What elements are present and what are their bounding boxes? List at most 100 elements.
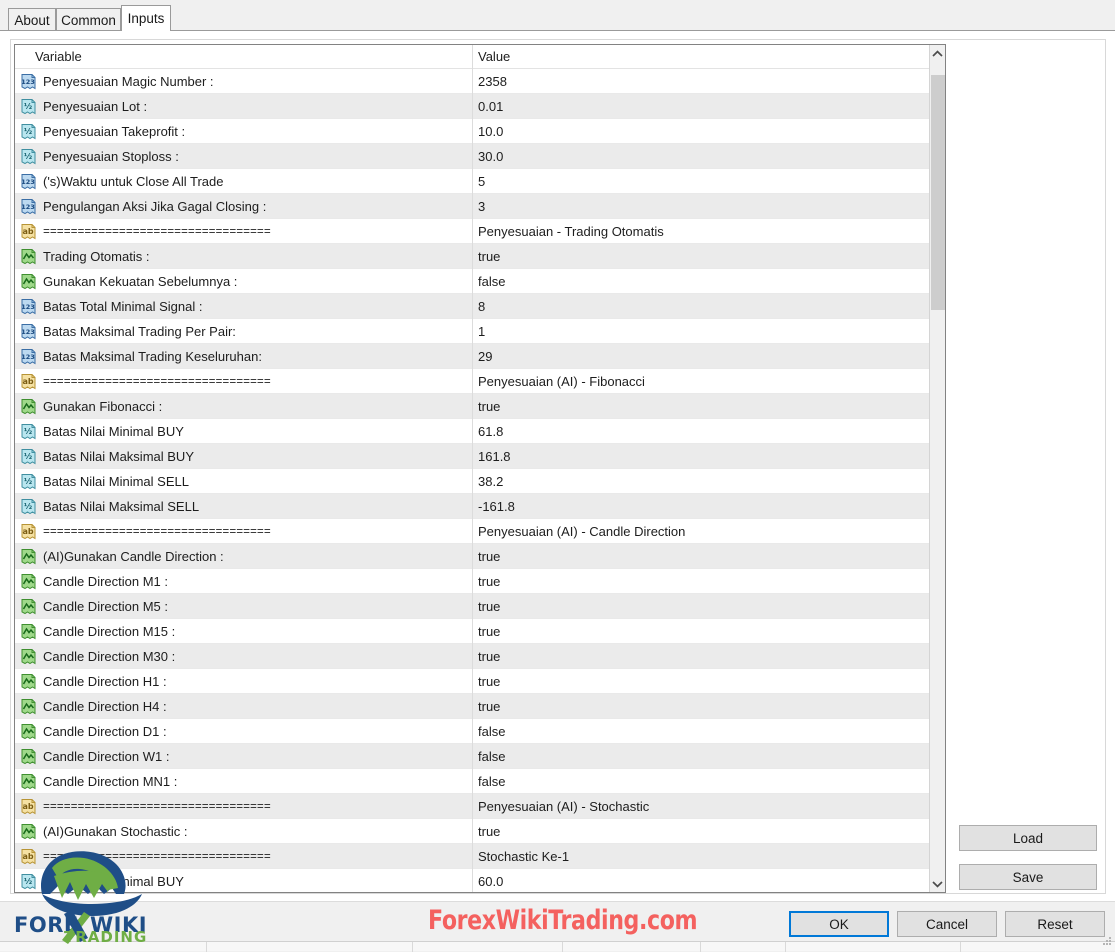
variable-value-cell[interactable]: true — [478, 698, 923, 716]
variable-value-cell[interactable]: 30.0 — [478, 148, 923, 166]
table-row[interactable]: Trading Otomatis : true — [15, 244, 933, 269]
grid-vertical-scrollbar[interactable] — [929, 45, 945, 892]
variable-value-cell[interactable]: 29 — [478, 348, 923, 366]
table-row[interactable]: Candle Direction M15 : true — [15, 619, 933, 644]
variable-name-cell: ================================= — [43, 526, 271, 539]
scroll-up-button[interactable] — [930, 45, 945, 62]
variable-value-cell[interactable]: 5 — [478, 173, 923, 191]
variable-value-cell[interactable]: false — [478, 748, 923, 766]
int-icon: 123 — [20, 348, 37, 365]
column-header-value[interactable]: Value — [478, 49, 510, 64]
variable-value-cell[interactable]: true — [478, 623, 923, 641]
table-row[interactable]: Candle Direction M30 : true — [15, 644, 933, 669]
variable-value-cell[interactable]: false — [478, 273, 923, 291]
table-row[interactable]: Candle Direction W1 : false — [15, 744, 933, 769]
table-row[interactable]: ½ Penyesuaian Takeprofit : 10.0 — [15, 119, 933, 144]
table-row[interactable]: 123 Batas Total Minimal Signal : 8 — [15, 294, 933, 319]
variable-value-cell[interactable]: false — [478, 773, 923, 791]
variable-value-cell[interactable]: true — [478, 673, 923, 691]
variable-value-cell[interactable]: true — [478, 398, 923, 416]
save-button-label: Save — [1012, 869, 1044, 885]
tab-inputs[interactable]: Inputs — [121, 5, 171, 31]
table-row[interactable]: Candle Direction D1 : false — [15, 719, 933, 744]
variable-value-cell[interactable]: 3 — [478, 198, 923, 216]
variable-value-cell[interactable]: Penyesuaian - Trading Otomatis — [478, 223, 923, 241]
table-row[interactable]: ½ Batas Nilai Minimal BUY 60.0 — [15, 869, 933, 892]
variable-value-cell[interactable]: 60.0 — [478, 873, 923, 891]
resize-grip-icon[interactable] — [1102, 936, 1112, 946]
variable-value-cell[interactable]: 161.8 — [478, 448, 923, 466]
variable-value-cell[interactable]: true — [478, 598, 923, 616]
table-row[interactable]: Candle Direction M5 : true — [15, 594, 933, 619]
variable-name-cell: Candle Direction W1 : — [43, 749, 170, 764]
variable-value-cell[interactable]: Penyesuaian (AI) - Candle Direction — [478, 523, 923, 541]
reset-button[interactable]: Reset — [1005, 911, 1105, 937]
variable-value-cell[interactable]: 10.0 — [478, 123, 923, 141]
scroll-down-button[interactable] — [930, 875, 945, 892]
double-icon: ½ — [21, 149, 36, 165]
table-row[interactable]: ½ Batas Nilai Minimal BUY 61.8 — [15, 419, 933, 444]
variable-name-cell: Batas Maksimal Trading Keseluruhan: — [43, 349, 262, 364]
variable-name-cell: Penyesuaian Lot : — [43, 99, 148, 114]
bool-icon — [21, 399, 36, 415]
scrollbar-thumb[interactable] — [931, 75, 945, 310]
cancel-button[interactable]: Cancel — [897, 911, 997, 937]
table-row[interactable]: ab ================================= Penye… — [15, 369, 933, 394]
variable-value-cell[interactable]: -161.8 — [478, 498, 923, 516]
table-row[interactable]: ab ================================= Stoch… — [15, 844, 933, 869]
variable-value-cell[interactable]: 1 — [478, 323, 923, 341]
variable-value-cell[interactable]: true — [478, 823, 923, 841]
table-row[interactable]: Candle Direction M1 : true — [15, 569, 933, 594]
bool-icon — [20, 698, 37, 715]
int-icon: 123 — [20, 323, 37, 340]
row-column-divider — [472, 94, 473, 119]
string-icon: ab — [20, 523, 37, 540]
row-column-divider — [472, 269, 473, 294]
table-row[interactable]: ab ================================= Penye… — [15, 519, 933, 544]
variable-value-cell[interactable]: 2358 — [478, 73, 923, 91]
tab-common[interactable]: Common — [56, 8, 121, 31]
table-row[interactable]: 123 Pengulangan Aksi Jika Gagal Closing :… — [15, 194, 933, 219]
table-row[interactable]: ½ Batas Nilai Minimal SELL 38.2 — [15, 469, 933, 494]
table-row[interactable]: Candle Direction MN1 : false — [15, 769, 933, 794]
table-row[interactable]: Gunakan Fibonacci : true — [15, 394, 933, 419]
table-row[interactable]: ½ Penyesuaian Lot : 0.01 — [15, 94, 933, 119]
variable-value-cell[interactable]: 61.8 — [478, 423, 923, 441]
string-icon: ab — [20, 373, 37, 390]
variable-name-cell: Batas Nilai Minimal SELL — [43, 474, 189, 489]
table-row[interactable]: ab ================================= Penye… — [15, 794, 933, 819]
variable-value-cell[interactable]: true — [478, 248, 923, 266]
table-row[interactable]: Candle Direction H1 : true — [15, 669, 933, 694]
table-row[interactable]: 123 Batas Maksimal Trading Per Pair: 1 — [15, 319, 933, 344]
table-row[interactable]: 123 ('s)Waktu untuk Close All Trade 5 — [15, 169, 933, 194]
variable-value-cell[interactable]: false — [478, 723, 923, 741]
variable-value-cell[interactable]: true — [478, 648, 923, 666]
variable-name-cell: Candle Direction H1 : — [43, 674, 167, 689]
variable-value-cell[interactable]: Penyesuaian (AI) - Stochastic — [478, 798, 923, 816]
variable-value-cell[interactable]: Penyesuaian (AI) - Fibonacci — [478, 373, 923, 391]
table-row[interactable]: (AI)Gunakan Candle Direction : true — [15, 544, 933, 569]
tab-about[interactable]: About — [8, 8, 56, 31]
table-row[interactable]: 123 Penyesuaian Magic Number : 2358 — [15, 69, 933, 94]
variable-value-cell[interactable]: 8 — [478, 298, 923, 316]
table-row[interactable]: Candle Direction H4 : true — [15, 694, 933, 719]
variable-value-cell[interactable]: 0.01 — [478, 98, 923, 116]
column-header-variable[interactable]: Variable — [35, 49, 82, 64]
save-button[interactable]: Save — [959, 864, 1097, 890]
table-row[interactable]: ½ Batas Nilai Maksimal SELL -161.8 — [15, 494, 933, 519]
variable-value-cell[interactable]: 38.2 — [478, 473, 923, 491]
table-row[interactable]: ½ Penyesuaian Stoploss : 30.0 — [15, 144, 933, 169]
table-row[interactable]: Gunakan Kekuatan Sebelumnya : false — [15, 269, 933, 294]
load-button[interactable]: Load — [959, 825, 1097, 851]
table-row[interactable]: (AI)Gunakan Stochastic : true — [15, 819, 933, 844]
table-row[interactable]: ab ================================= Penye… — [15, 219, 933, 244]
chevron-down-icon — [932, 880, 943, 888]
tab-about-label: About — [14, 12, 50, 28]
ok-button[interactable]: OK — [789, 911, 889, 937]
table-row[interactable]: 123 Batas Maksimal Trading Keseluruhan: 29 — [15, 344, 933, 369]
variable-value-cell[interactable]: true — [478, 573, 923, 591]
table-row[interactable]: ½ Batas Nilai Maksimal BUY 161.8 — [15, 444, 933, 469]
variable-value-cell[interactable]: true — [478, 548, 923, 566]
variable-value-cell[interactable]: Stochastic Ke-1 — [478, 848, 923, 866]
variable-name-cell: Batas Maksimal Trading Per Pair: — [43, 324, 236, 339]
